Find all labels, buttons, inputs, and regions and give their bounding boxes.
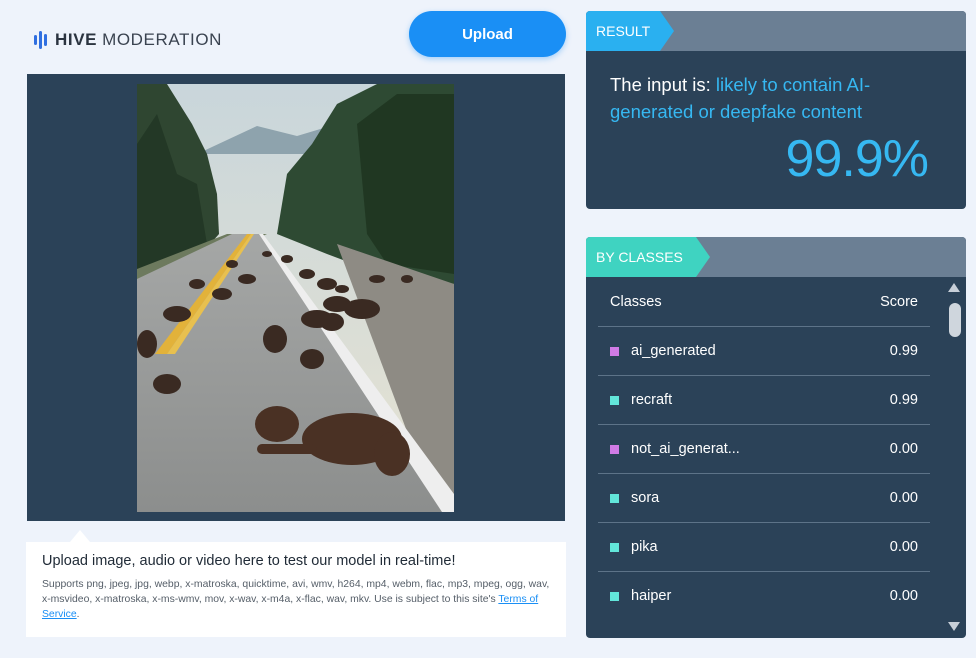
class-color-swatch [610,346,619,356]
result-prefix: The input is: [610,74,716,95]
upload-info-box[interactable]: Upload image, audio or video here to tes… [26,542,566,637]
class-row: haiper 0.00 [598,571,930,620]
classes-table-header: Classes Score [598,277,930,326]
class-score: 0.00 [889,490,918,506]
class-row: ai_generated 0.99 [598,326,930,375]
class-label-group: not_ai_generat... [610,441,740,457]
classes-rows: ai_generated 0.99 recraft 0.99 not_ai_genera… [598,326,930,620]
scroll-thumb[interactable] [949,303,961,337]
classes-column-header: Classes [610,293,662,310]
hive-logo[interactable]: HIVE MODERATION [34,30,222,50]
hive-logo-icon [34,31,47,49]
class-color-swatch [610,395,619,405]
class-name: haiper [631,588,672,604]
logo-product: MODERATION [102,30,223,49]
class-label-group: sora [610,490,659,506]
class-color-swatch [610,493,619,503]
bears-on-road-image [137,84,454,512]
class-score: 0.00 [889,588,918,604]
scroll-up-arrow-icon[interactable] [948,283,960,292]
supported-formats-list: Supports png, jpeg, jpg, webp, x-matrosk… [42,579,550,605]
class-row: not_ai_generat... 0.00 [598,424,930,473]
logo-brand: HIVE [55,30,98,49]
classes-card: BY CLASSES Classes Score ai_generated 0.9… [586,237,966,638]
class-name: pika [631,539,658,555]
class-score: 0.99 [889,343,918,359]
media-preview-panel [27,74,565,521]
upload-button[interactable]: Upload [409,11,566,57]
class-score: 0.00 [889,539,918,555]
supported-formats-text: Supports png, jpeg, jpg, webp, x-matrosk… [42,577,550,622]
class-score: 0.99 [889,392,918,408]
supported-formats-end: . [76,609,80,620]
class-color-swatch [610,444,619,454]
class-name: not_ai_generat... [631,441,740,457]
classes-table: Classes Score ai_generated 0.99 recraft 0.9… [598,277,930,620]
classes-tag: BY CLASSES [586,237,710,277]
result-card: RESULT The input is: likely to contain A… [586,11,966,209]
class-color-swatch [610,591,619,601]
class-name: recraft [631,392,673,408]
class-label-group: pika [610,539,658,555]
class-row: sora 0.00 [598,473,930,522]
score-column-header: Score [880,293,918,310]
classes-card-header: BY CLASSES [586,237,966,277]
class-color-swatch [610,542,619,552]
class-label-group: haiper [610,588,671,604]
class-label-group: recraft [610,392,672,408]
class-name: sora [631,490,660,506]
class-row: pika 0.00 [598,522,930,571]
scroll-down-arrow-icon[interactable] [948,622,960,631]
result-score: 99.9% [785,130,929,188]
class-label-group: ai_generated [610,343,716,359]
class-score: 0.00 [889,441,918,457]
class-name: ai_generated [631,343,716,359]
upload-info-pointer [70,530,90,542]
upload-instructions-title: Upload image, audio or video here to tes… [42,553,456,569]
result-tag: RESULT [586,11,674,51]
uploaded-image-preview [137,84,454,512]
classes-scrollbar[interactable] [946,281,962,633]
result-summary: The input is: likely to contain AI-gener… [586,51,966,125]
class-row: recraft 0.99 [598,375,930,424]
result-card-header: RESULT [586,11,966,51]
